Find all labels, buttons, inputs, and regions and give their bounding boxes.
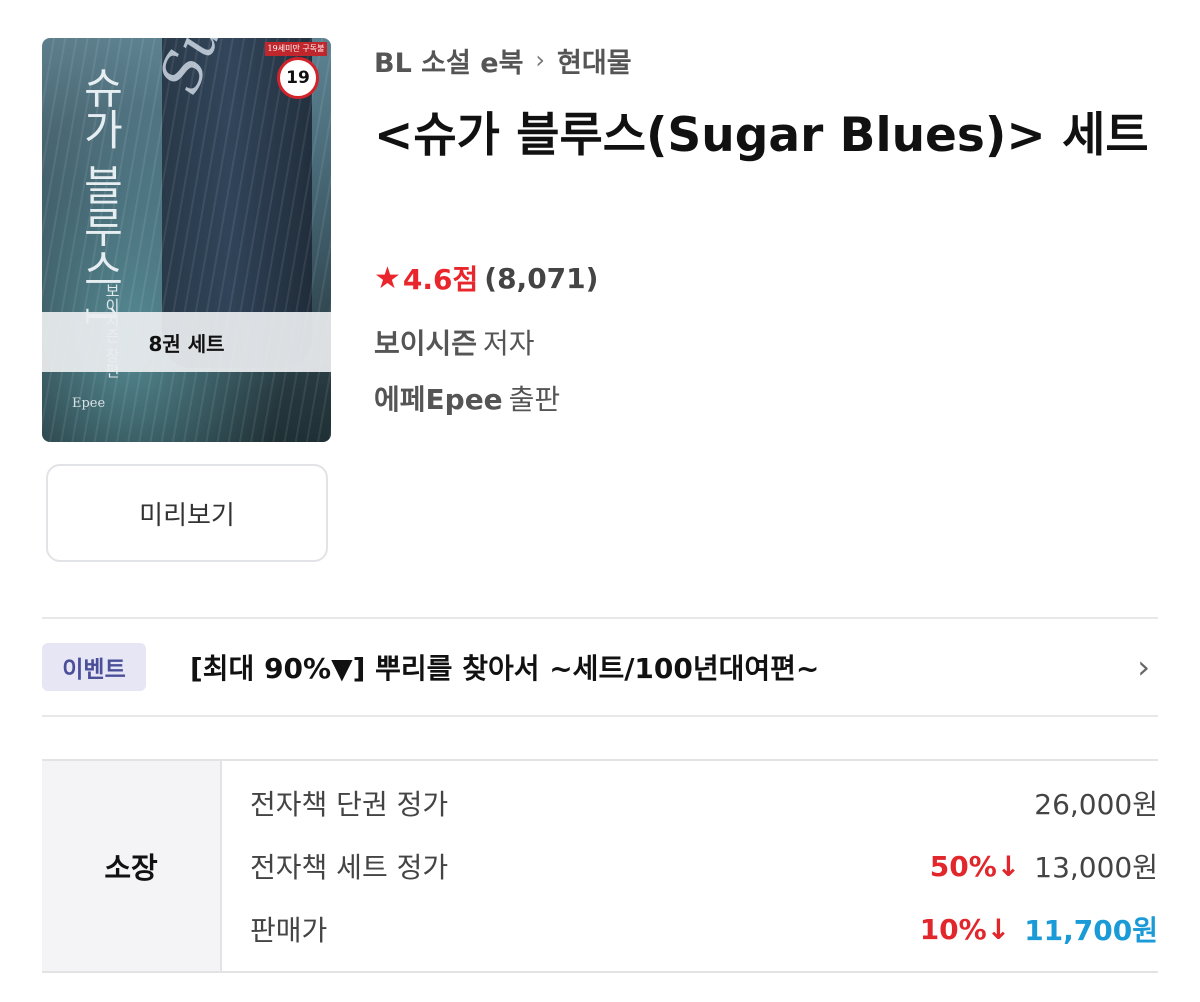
author-name[interactable]: 보이시즌 [374, 327, 477, 360]
star-icon: ★ [374, 260, 401, 296]
price-row-single: 전자책 단권 정가 26,000원 [250, 772, 1158, 835]
author-role: 저자 [483, 327, 535, 360]
set-count-label: 8권 세트 [42, 312, 331, 372]
rating-count: (8,071) [484, 261, 599, 295]
chevron-right-icon: › [535, 46, 546, 74]
rating[interactable]: ★ 4.6점 (8,071) [374, 258, 598, 298]
price-rows: 전자책 단권 정가 26,000원 전자책 세트 정가 50%↓ 13,000원… [222, 761, 1158, 971]
price-amount: 26,000원 [1034, 788, 1158, 821]
price-row-set: 전자책 세트 정가 50%↓ 13,000원 [250, 835, 1158, 898]
price-label: 판매가 [250, 914, 328, 947]
publisher-name[interactable]: 에페Epee [374, 383, 503, 416]
publisher-role: 출판 [508, 383, 561, 416]
price-value: 50%↓ 13,000원 [930, 846, 1158, 886]
breadcrumb-subcategory[interactable]: 현대물 [557, 41, 632, 80]
price-table: 소장 전자책 단권 정가 26,000원 전자책 세트 정가 50%↓ 13,0… [42, 759, 1158, 973]
book-title: <슈가 블루스(Sugar Blues)> 세트 [374, 108, 1149, 163]
event-banner[interactable]: 이벤트 [최대 90%▼] 뿌리를 찾아서 ~세트/100년대여편~ › [42, 619, 1158, 715]
sale-price: 11,700원 [1024, 914, 1158, 947]
price-label: 전자책 세트 정가 [250, 851, 449, 884]
price-value: 26,000원 [1034, 783, 1158, 823]
cover-publisher-mark: Epee [72, 396, 106, 411]
event-text: [최대 90%▼] 뿌리를 찾아서 ~세트/100년대여편~ [190, 652, 820, 685]
price-value: 10%↓ 11,700원 [920, 909, 1158, 949]
age-restriction-tag: 19세미만 구독불가 [265, 42, 327, 67]
breadcrumb: BL 소설 e북 › 현대물 [374, 40, 632, 80]
book-cover[interactable]: Sugar Blues 슈가 블루스 1 보이시즌 장편 19세미만 구독불가 … [42, 38, 331, 442]
rating-score: 4.6점 [402, 263, 479, 296]
price-row-sale: 판매가 10%↓ 11,700원 [250, 898, 1158, 961]
age-19-badge-icon: 19 [277, 57, 319, 99]
price-section-label: 소장 [42, 761, 222, 971]
author-line: 보이시즌 저자 [374, 322, 535, 362]
divider [42, 715, 1158, 717]
event-tag: 이벤트 [42, 643, 146, 691]
preview-button[interactable]: 미리보기 [46, 464, 328, 562]
breadcrumb-category[interactable]: BL 소설 e북 [374, 41, 523, 80]
price-label: 전자책 단권 정가 [250, 788, 449, 821]
price-amount: 13,000원 [1034, 851, 1158, 884]
chevron-right-icon: › [1137, 648, 1150, 686]
discount-rate: 10%↓ [919, 912, 1011, 946]
publisher-line: 에페Epee 출판 [374, 378, 560, 418]
discount-rate: 50%↓ [929, 849, 1021, 883]
